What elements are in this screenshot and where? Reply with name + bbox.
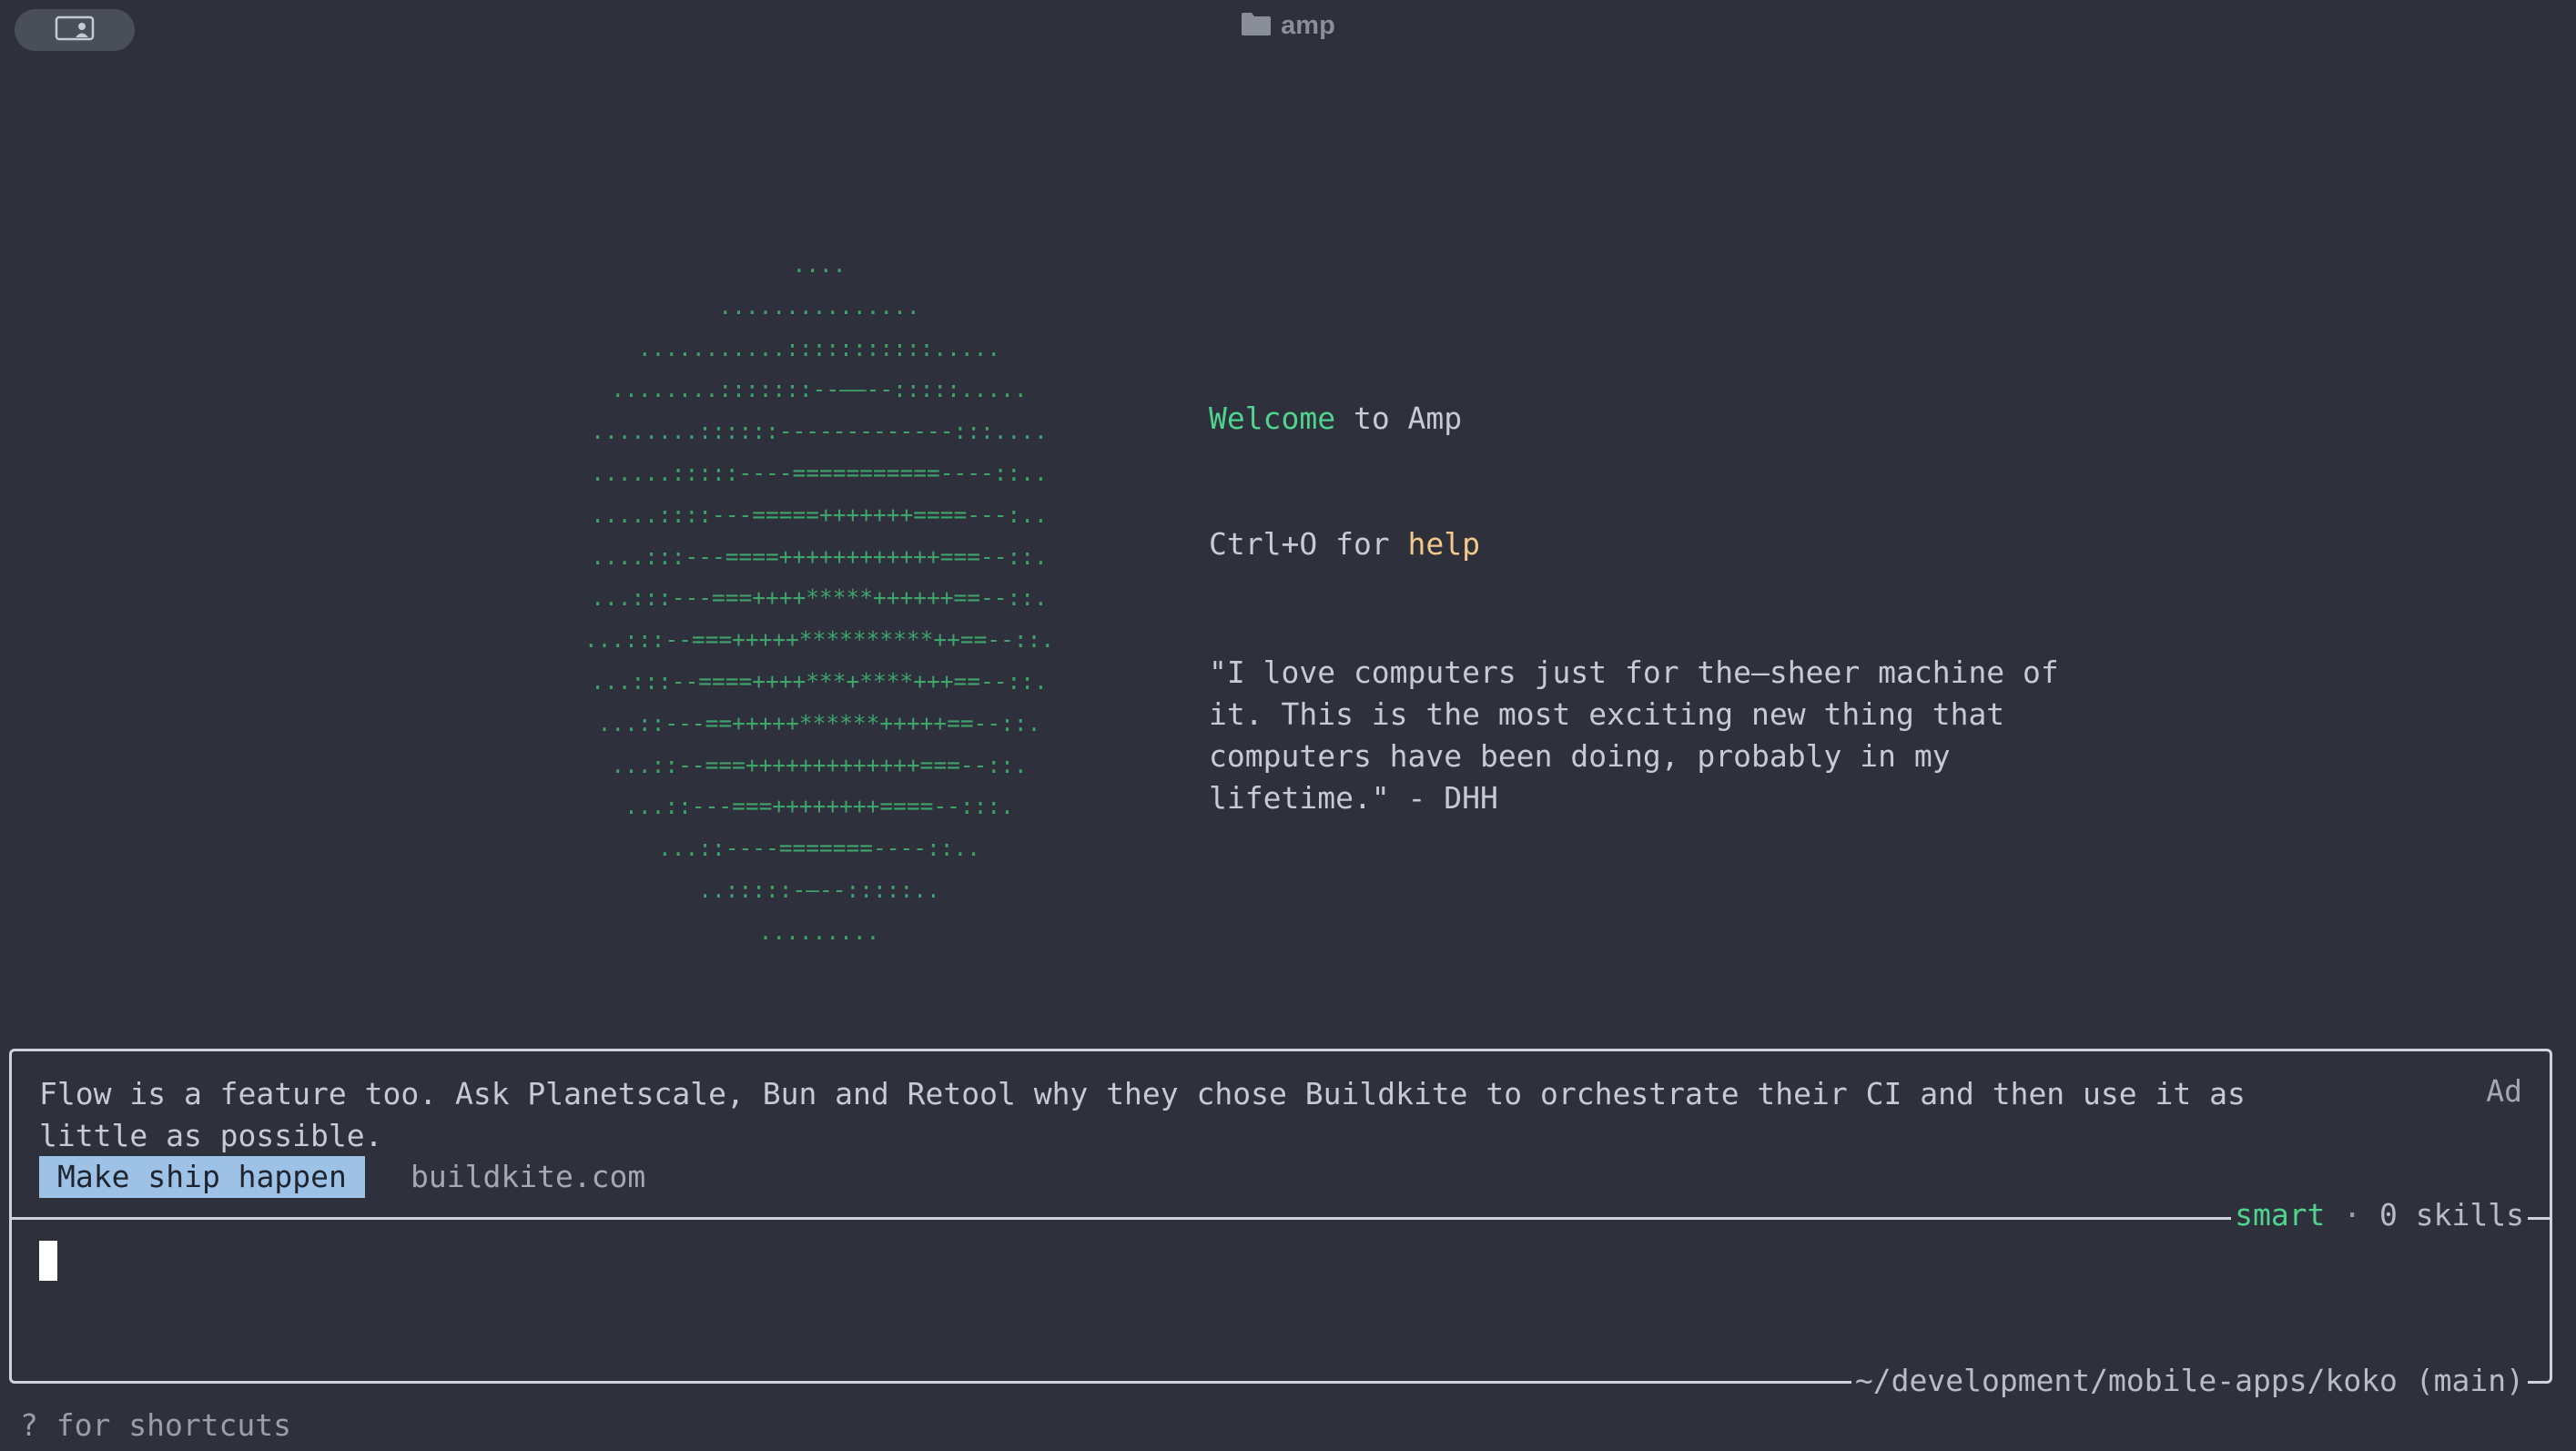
prompt-panel: Flow is a feature too. Ask Planetscale, …	[9, 1049, 2552, 1398]
welcome-message: Welcome to Amp	[1209, 401, 1462, 436]
welcome-suffix: to Amp	[1335, 401, 1463, 436]
title-bar: amp	[0, 0, 2576, 60]
welcome-prefix: Welcome	[1209, 401, 1336, 436]
ad-label: Ad	[2486, 1073, 2522, 1109]
mode-indicator: smart · 0 skills	[2231, 1197, 2528, 1233]
working-directory: ~/development/mobile-apps/koko (main)	[1851, 1363, 2528, 1398]
quote-text: "I love computers just for the—sheer mac…	[1209, 654, 2059, 816]
ad-domain-link[interactable]: buildkite.com	[411, 1156, 645, 1198]
mode-separator: ·	[2343, 1197, 2362, 1233]
prompt-input-cursor[interactable]	[39, 1241, 57, 1281]
mode-label[interactable]: smart	[2235, 1197, 2325, 1233]
ad-cta-button[interactable]: Make ship happen	[39, 1156, 365, 1198]
panel-divider	[12, 1217, 2550, 1220]
help-hint: Ctrl+O for help	[1209, 526, 1480, 562]
help-hint-prefix: Ctrl+O for	[1209, 526, 1408, 562]
shortcuts-hint: ? for shortcuts	[20, 1407, 292, 1443]
window-title: amp	[0, 11, 2576, 44]
ascii-art-logo: .... ............... ...........::::::::…	[583, 251, 1055, 945]
ad-text: Flow is a feature too. Ask Planetscale, …	[39, 1076, 2246, 1153]
skills-count: 0 skills	[2379, 1197, 2524, 1233]
window-title-text: amp	[1281, 11, 1335, 40]
help-keyword: help	[1407, 526, 1481, 562]
folder-icon	[1241, 11, 1272, 44]
